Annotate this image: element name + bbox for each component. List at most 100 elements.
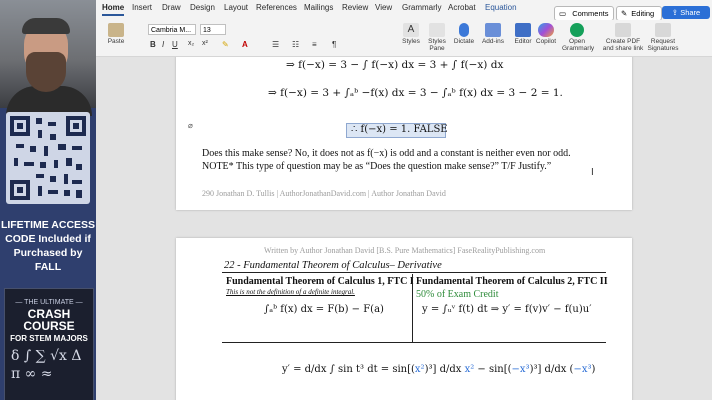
table-top-rule [222,272,606,273]
qr-code [6,112,90,204]
word-window: Home Insert Draw Design Layout Reference… [96,0,712,400]
styles-button[interactable]: A Styles [398,23,424,45]
request-signatures-button[interactable]: Request Signatures [646,23,680,52]
tab-review[interactable]: Review [342,3,368,12]
book-cover: — THE ULTIMATE — CRASH COURSE FOR STEM M… [4,288,94,400]
open-grammarly-label: Open Grammarly [562,38,595,52]
styles-pane-icon [429,23,445,37]
font-name-select[interactable]: Cambria M... [148,24,196,35]
open-grammarly-button[interactable]: Open Grammarly [562,23,595,52]
editor-button[interactable]: Editor [512,23,534,45]
tab-design[interactable]: Design [190,3,215,12]
font-size-select[interactable]: 13 [200,24,226,35]
equation-anchor-icon: ⌀ [188,121,193,130]
text-cursor: I [591,167,594,178]
dictate-label: Dictate [453,38,475,45]
superscript-button[interactable]: x² [202,40,208,47]
ftc1-equation[interactable]: ∫ₐᵇ f(x) dx = F(b) − F(a) [264,304,384,315]
example-end: ) [591,364,596,375]
example-x-squared-2: x² [464,364,475,375]
comments-label: Comments [572,9,609,18]
example-x-squared: x² [414,364,425,375]
pencil-icon: ✎ [621,9,628,18]
ftc2-title[interactable]: Fundamental Theorem of Calculus 2, FTC I… [416,276,608,287]
tab-draw[interactable]: Draw [162,3,181,12]
comment-icon: ▭ [559,9,567,18]
bold-button[interactable]: B [150,40,156,49]
note-text[interactable]: NOTE* This type of question may be as “D… [202,161,551,172]
example-mid-3: )³] d/dx ( [529,364,574,375]
tab-view[interactable]: View [375,3,392,12]
styles-pane-button[interactable]: Styles Pane [424,23,450,52]
conclusion-equation[interactable]: ∴ f(−x) = 1. FALSE [346,123,448,138]
share-button[interactable]: ⇪ Share [662,6,710,19]
tab-insert[interactable]: Insert [132,3,152,12]
book-subtitle: FOR STEM MAJORS [10,334,88,343]
tab-mailings[interactable]: Mailings [304,3,333,12]
table-divider [412,274,413,342]
page-290[interactable]: ⇒ f(−x) = 3 − ∫ f(−x) dx = 3 + ∫ f(−x) d… [176,57,632,210]
pdf-icon [615,23,631,37]
equation-line-1[interactable]: ⇒ f(−x) = 3 − ∫ f(−x) dx = 3 + ∫ f(−x) d… [286,59,503,71]
ftc1-title[interactable]: Fundamental Theorem of Calculus 1, FTC I [226,276,414,287]
underline-button[interactable]: U [172,40,178,49]
numbering-icon[interactable]: ☷ [292,40,299,49]
conclusion-text: ∴ f(−x) = 1. FALSE [351,124,448,135]
dictate-button[interactable]: Dictate [452,23,476,45]
comments-button[interactable]: ▭ Comments [554,6,614,21]
styles-label: Styles [402,38,420,45]
grammarly-icon [570,23,584,37]
tab-references[interactable]: References [256,3,297,12]
create-pdf-button[interactable]: Create PDF and share link [602,23,644,52]
addins-button[interactable]: Add-ins [480,23,506,45]
italic-button[interactable]: I [162,40,164,49]
editing-mode-button[interactable]: ✎ Editing [616,6,662,21]
share-icon: ⇪ [671,8,679,17]
font-color-button[interactable]: A [242,40,248,49]
microphone-icon [459,23,469,37]
tab-equation[interactable]: Equation [485,3,517,12]
document-canvas[interactable]: ⇒ f(−x) = 3 − ∫ f(−x) dx = 3 + ∫ f(−x) d… [96,57,712,400]
ftc1-note[interactable]: This is not the definition of a definite… [226,288,355,296]
section-title[interactable]: 22 - Fundamental Theorem of Calculus– De… [224,260,442,271]
example-mid-2: − sin[( [474,364,512,375]
example-equation[interactable]: y′ = d/dx ∫ sin t³ dt = sin[(x²)³] d/dx … [282,364,595,375]
paste-label: Paste [107,38,125,45]
tab-acrobat[interactable]: Acrobat [448,3,476,12]
promo-panel: LIFETIME ACCESS CODE Included if Purchas… [0,0,96,400]
equation-line-2[interactable]: ⇒ f(−x) = 3 + ∫ₐᵇ −f(x) dx = 3 − ∫ₐᵇ f(x… [268,87,563,99]
tab-home[interactable]: Home [102,3,125,16]
paragraph-icon[interactable]: ¶ [332,40,336,49]
copilot-icon [538,23,554,37]
access-line: CODE Included if [5,233,91,245]
example-mid: )³] d/dx [424,364,465,375]
page-footer: 290 Jonathan D. Tullis | AuthorJonathanD… [202,189,446,198]
bullets-icon[interactable]: ☰ [272,40,279,49]
share-label: Share [680,8,701,17]
example-lhs: y′ = d/dx ∫ sin t³ dt = sin[( [282,364,415,375]
editor-label: Editor [514,38,532,45]
webcam-overlay [0,0,96,116]
addins-label: Add-ins [481,38,505,45]
ftc2-equation[interactable]: y = ∫ᵤᵛ f(t) dt ⇒ y′ = f(v)v′ − f(u)u′ [422,304,591,315]
tab-layout[interactable]: Layout [224,3,248,12]
book-math-symbols: δ ∫ ∑ √x Δ π ∞ ≈ [11,348,82,382]
ftc2-exam-credit[interactable]: 50% of Exam Credit [416,289,498,300]
styles-pane-label: Styles Pane [428,38,446,52]
table-bottom-rule [222,342,606,343]
paragraph-text[interactable]: Does this make sense? No, it does not as… [202,148,571,159]
access-line: LIFETIME ACCESS [0,219,96,231]
editing-label: Editing [631,9,655,18]
page-header: Written by Author Jonathan David [B.S. P… [264,246,546,255]
presenter-beard [26,52,66,92]
copilot-button[interactable]: Copilot [534,23,558,45]
page-291[interactable]: Written by Author Jonathan David [B.S. P… [176,238,632,400]
tab-grammarly[interactable]: Grammarly [402,3,442,12]
presenter-cap [22,18,70,34]
align-icon[interactable]: ≡ [312,40,317,49]
access-line: Purchased by FALL [13,247,83,273]
copilot-label: Copilot [535,38,557,45]
subscript-button[interactable]: x₂ [188,40,194,47]
paste-button[interactable]: Paste [104,23,128,45]
highlight-icon[interactable]: ✎ [222,40,229,49]
